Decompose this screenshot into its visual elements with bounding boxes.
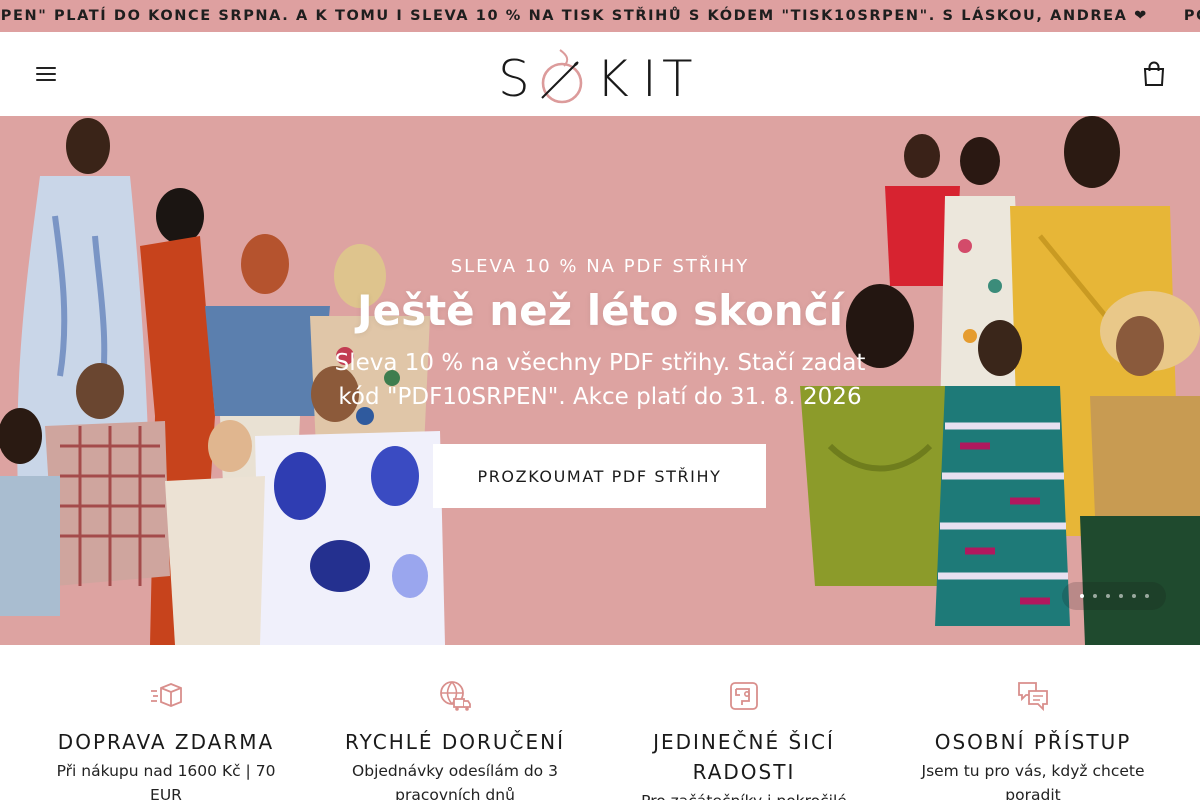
feature-text: Objednávky odesílám do 3 pracovních dnů [352, 762, 558, 800]
announcement-track: RPEN" PLATÍ DO KONCE SRPNA. A K TOMU I S… [0, 0, 1200, 32]
free-shipping-link[interactable]: Při nákupu nad 1600 Kč | 70 EUR [50, 759, 282, 800]
slide-dot-4[interactable] [1118, 594, 1123, 598]
slide-dot-2[interactable] [1092, 594, 1097, 598]
feature-sewing-joy: JEDINEČNÉ ŠICÍ RADOSTI Pro začátečníky i… [604, 679, 884, 800]
slider-pagination [1062, 582, 1166, 610]
hero-eyebrow: SLEVA 10 % NA PDF STŘIHY [450, 256, 750, 277]
features-section: DOPRAVA ZDARMA Při nákupu nad 1600 Kč | … [0, 645, 1200, 800]
site-header: S K I T [0, 32, 1200, 116]
announcement-bar: RPEN" PLATÍ DO KONCE SRPNA. A K TOMU I S… [0, 0, 1200, 32]
explore-pdf-patterns-button[interactable]: PROZKOUMAT PDF STŘIHY [433, 444, 766, 508]
cart-button[interactable] [1140, 60, 1168, 88]
sewing-machine-icon [730, 682, 758, 710]
needle-thread-icon [541, 49, 583, 104]
announcement-text-next: POŘIĎTE [1183, 8, 1200, 24]
hero-title: Ještě než léto skončí [356, 286, 844, 335]
slide-dot-5[interactable] [1131, 594, 1136, 598]
logo-letter-t: T [662, 50, 693, 108]
feature-text: Jsem tu pro vás, když chcete poradit [921, 762, 1145, 800]
slide-dot-1[interactable] [1079, 594, 1084, 598]
slide-dot-3[interactable] [1105, 594, 1110, 598]
feature-title: JEDINEČNÉ ŠICÍ RADOSTI [653, 730, 835, 784]
feature-title: DOPRAVA ZDARMA [57, 730, 275, 754]
feature-text: Pro začátečníky i pokročilé [604, 789, 884, 800]
globe-delivery-icon [440, 681, 471, 711]
logo-letter-s: S [498, 50, 530, 108]
hamburger-menu-icon[interactable] [34, 64, 58, 84]
slide-dot-6[interactable] [1144, 594, 1149, 598]
chat-bubbles-icon [1018, 682, 1048, 712]
logo-letter-k: K [596, 50, 629, 108]
hero-content: SLEVA 10 % NA PDF STŘIHY Ještě než léto … [260, 254, 940, 414]
feature-fast-delivery: RYCHLÉ DORUČENÍ Objednávky odesílám do 3… [315, 679, 595, 800]
feature-title: OSOBNÍ PŘÍSTUP [934, 730, 1132, 754]
feature-free-shipping: DOPRAVA ZDARMA Při nákupu nad 1600 Kč | … [26, 679, 306, 800]
feature-personal-approach: OSOBNÍ PŘÍSTUP Jsem tu pro vás, když chc… [893, 679, 1173, 800]
feature-title: RYCHLÉ DORUČENÍ [344, 730, 566, 754]
shopping-bag-icon [1143, 61, 1165, 86]
brand-logo[interactable]: S K I T [496, 44, 704, 106]
hero-banner: SLEVA 10 % NA PDF STŘIHY Ještě než léto … [0, 116, 1200, 645]
package-icon [151, 683, 182, 707]
announcement-text: RPEN" PLATÍ DO KONCE SRPNA. A K TOMU I S… [0, 8, 1148, 24]
hero-text: Sleva 10 % na všechny PDF střihy. Stačí … [334, 350, 866, 410]
logo-letter-i: I [642, 50, 657, 108]
